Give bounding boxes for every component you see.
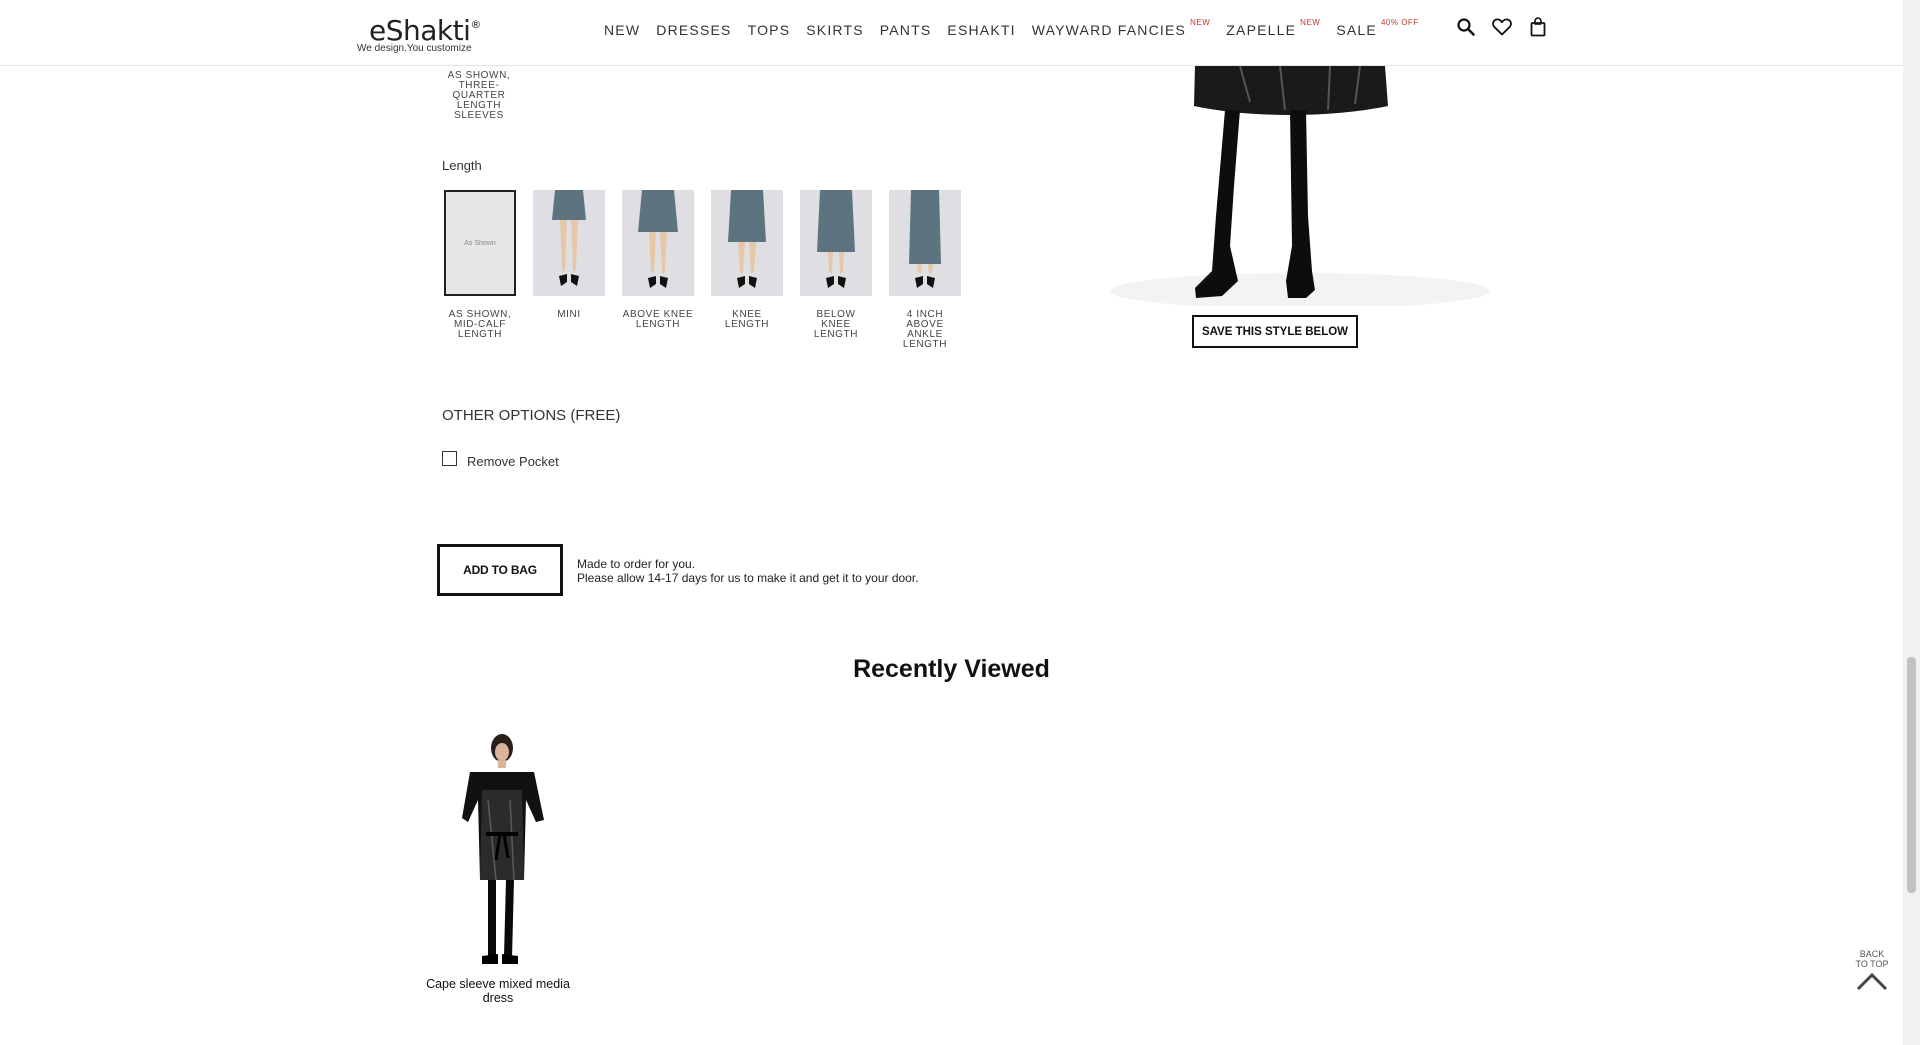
nav-tops[interactable]: TOPS bbox=[748, 22, 791, 38]
delivery-time-line: Please allow 14-17 days for us to make i… bbox=[577, 571, 919, 585]
remove-pocket-option[interactable]: Remove Pocket bbox=[442, 448, 559, 469]
length-option-image bbox=[800, 190, 872, 296]
site-logo[interactable]: eShakti® We design.You customize bbox=[357, 14, 487, 54]
remove-pocket-checkbox[interactable] bbox=[442, 451, 457, 466]
new-badge: NEW bbox=[1300, 18, 1321, 28]
length-option-caption: KNEE LENGTH bbox=[724, 309, 770, 330]
length-option-caption: AS SHOWN, MID-CALF LENGTH bbox=[448, 309, 512, 340]
recently-viewed-title: Recently Viewed bbox=[853, 655, 1050, 683]
save-style-button[interactable]: SAVE THIS STYLE BELOW bbox=[1192, 315, 1358, 348]
logo-tagline: We design.You customize bbox=[357, 43, 472, 54]
length-option-image bbox=[622, 190, 694, 296]
header-icons bbox=[1455, 15, 1549, 39]
length-options: As Shown AS SHOWN, MID-CALF LENGTH MINI … bbox=[444, 190, 978, 350]
main-nav: NEW DRESSES TOPS SKIRTS PANTS ESHAKTI WA… bbox=[604, 18, 1435, 38]
remove-pocket-label: Remove Pocket bbox=[467, 454, 559, 469]
heart-icon[interactable] bbox=[1491, 15, 1513, 39]
discount-badge: 40% OFF bbox=[1380, 18, 1419, 28]
length-option-image: As Shown bbox=[444, 190, 516, 296]
length-option-image bbox=[711, 190, 783, 296]
other-options-title: OTHER OPTIONS (FREE) bbox=[442, 407, 621, 424]
nav-new[interactable]: NEW bbox=[604, 22, 640, 38]
nav-dresses[interactable]: DRESSES bbox=[656, 22, 731, 38]
length-option-mini[interactable]: MINI bbox=[533, 190, 605, 350]
length-option-knee[interactable]: KNEE LENGTH bbox=[711, 190, 783, 350]
length-option-caption: MINI bbox=[557, 309, 581, 320]
length-option-caption: ABOVE KNEE LENGTH bbox=[622, 309, 694, 330]
scrollbar-thumb[interactable] bbox=[1907, 657, 1916, 893]
recently-viewed-item[interactable]: Cape sleeve mixed media dress bbox=[418, 730, 578, 1005]
chevron-up-icon bbox=[1856, 972, 1888, 991]
recently-viewed-image[interactable] bbox=[418, 730, 578, 975]
length-option-image bbox=[533, 190, 605, 296]
length-section-label: Length bbox=[442, 158, 482, 173]
add-to-bag-button[interactable]: ADD TO BAG bbox=[437, 544, 563, 596]
length-option-below-knee[interactable]: BELOW KNEE LENGTH bbox=[800, 190, 872, 350]
sleeve-option-caption: AS SHOWN, THREE-QUARTER LENGTH SLEEVES bbox=[447, 70, 511, 121]
nav-skirts[interactable]: SKIRTS bbox=[806, 22, 864, 38]
page-scrollbar[interactable] bbox=[1903, 0, 1920, 1045]
length-option-above-knee[interactable]: ABOVE KNEE LENGTH bbox=[622, 190, 694, 350]
length-option-ankle[interactable]: 4 INCH ABOVE ANKLE LENGTH bbox=[889, 190, 961, 350]
nav-pants[interactable]: PANTS bbox=[880, 22, 932, 38]
shopping-bag-icon[interactable] bbox=[1527, 15, 1549, 39]
nav-zapelle[interactable]: ZAPELLE NEW bbox=[1226, 18, 1320, 38]
new-badge: NEW bbox=[1190, 18, 1211, 28]
back-to-top-label: BACK bbox=[1859, 949, 1885, 959]
nav-eshakti[interactable]: ESHAKTI bbox=[947, 22, 1015, 38]
recently-viewed-name[interactable]: Cape sleeve mixed media dress bbox=[418, 977, 578, 1005]
search-icon[interactable] bbox=[1455, 15, 1477, 39]
length-option-caption: BELOW KNEE LENGTH bbox=[813, 309, 859, 340]
back-to-top-button[interactable]: BACK TO TOP bbox=[1852, 949, 1892, 993]
nav-sale[interactable]: SALE 40% OFF bbox=[1336, 18, 1418, 38]
made-to-order-note: Made to order for you. Please allow 14-1… bbox=[577, 557, 919, 585]
length-option-as-shown[interactable]: As Shown AS SHOWN, MID-CALF LENGTH bbox=[444, 190, 516, 350]
nav-wayward-fancies[interactable]: WAYWARD FANCIES NEW bbox=[1032, 18, 1211, 38]
product-image bbox=[1100, 66, 1520, 306]
back-to-top-label: TO TOP bbox=[1855, 959, 1889, 969]
site-header: eShakti® We design.You customize NEW DRE… bbox=[0, 0, 1903, 66]
made-to-order-line: Made to order for you. bbox=[577, 557, 696, 571]
length-option-caption: 4 INCH ABOVE ANKLE LENGTH bbox=[902, 309, 948, 350]
length-option-image bbox=[889, 190, 961, 296]
